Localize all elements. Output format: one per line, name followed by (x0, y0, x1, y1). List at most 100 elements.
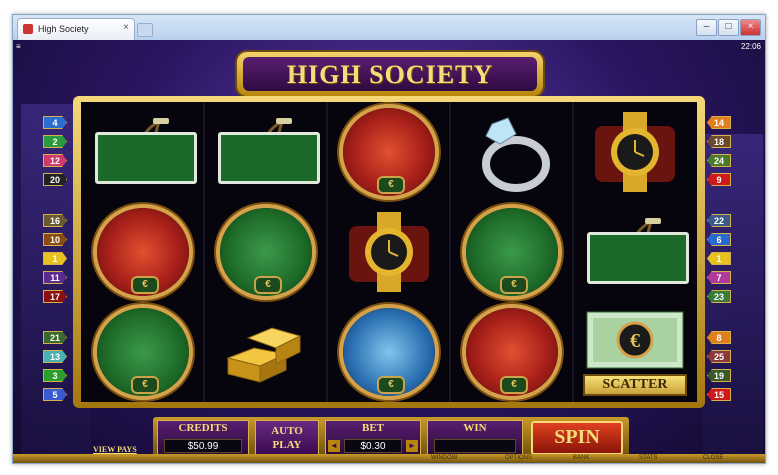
euro-badge: € (131, 276, 159, 294)
payline-l-17[interactable]: 17 (43, 290, 67, 303)
reel-area: € € € € € € € € SCATTER (81, 102, 697, 402)
cherry-panel (218, 132, 320, 184)
browser-window: High Society × – □ × ≡ 22:06 HIGH SOCIETY … (12, 14, 766, 464)
game-logo: HIGH SOCIETY (237, 52, 543, 96)
reel-cell (577, 204, 693, 300)
reel-cell (208, 304, 324, 400)
maximize-button[interactable]: □ (718, 19, 739, 36)
payline-r-8[interactable]: 8 (707, 331, 731, 344)
euro-badge: € (500, 376, 528, 394)
payline-r-15[interactable]: 15 (707, 388, 731, 401)
credits-box: CREDITS $50.99 (157, 420, 249, 456)
payline-l-1[interactable]: 1 (43, 252, 67, 265)
bet-increase-button[interactable]: ► (406, 440, 418, 452)
game-title: HIGH SOCIETY (286, 60, 494, 89)
payline-r-23[interactable]: 23 (707, 290, 731, 303)
payline-r-22[interactable]: 22 (707, 214, 731, 227)
cherry-panel (587, 232, 689, 284)
payline-l-4[interactable]: 4 (43, 116, 67, 129)
payline-l-20[interactable]: 20 (43, 173, 67, 186)
footer-window-button[interactable]: WINDOW (431, 455, 457, 461)
plane-symbol: € (91, 208, 195, 296)
reel-cell (85, 104, 201, 200)
bet-label: BET (361, 422, 384, 434)
footer-close-button[interactable]: CLOSE (703, 455, 723, 461)
footer-stats-button[interactable]: STATS (639, 455, 657, 461)
payline-l-10[interactable]: 10 (43, 233, 67, 246)
footer-bank-button[interactable]: BANK (573, 455, 589, 461)
tab-close-icon[interactable]: × (123, 22, 129, 33)
bet-box: BET ◄ $0.30 ► (325, 420, 421, 456)
slot-game: ≡ 22:06 HIGH SOCIETY 4 2 12 20 16 10 1 11 17 21 13… (13, 40, 765, 463)
limousine-symbol: € (91, 308, 195, 396)
win-value (434, 439, 516, 453)
payline-l-5[interactable]: 5 (43, 388, 67, 401)
close-button[interactable]: × (740, 19, 761, 36)
logo-inner: HIGH SOCIETY (243, 57, 537, 91)
tab-title: High Society (38, 24, 89, 34)
reel-cell (208, 104, 324, 200)
payline-l-11[interactable]: 11 (43, 271, 67, 284)
payline-r-19[interactable]: 19 (707, 369, 731, 382)
payline-l-16[interactable]: 16 (43, 214, 67, 227)
limousine-symbol: € (460, 208, 564, 296)
payline-r-25[interactable]: 25 (707, 350, 731, 363)
limousine-symbol: € (214, 208, 318, 296)
autoplay-button[interactable]: AUTO PLAY (255, 420, 319, 456)
payline-r-7[interactable]: 7 (707, 271, 731, 284)
reel-separator (203, 102, 205, 402)
reel-cell: € SCATTER (577, 304, 693, 400)
new-tab-button[interactable] (137, 23, 153, 37)
payline-l-2[interactable]: 2 (43, 135, 67, 148)
browser-tab[interactable]: High Society × (17, 18, 135, 40)
reel-cell: € (331, 104, 447, 200)
menu-icon[interactable]: ≡ (16, 42, 21, 51)
svg-text:€: € (630, 330, 640, 352)
payline-r-9[interactable]: 9 (707, 173, 731, 186)
minimize-button[interactable]: – (696, 19, 717, 36)
ring-symbol (460, 108, 564, 196)
euro-badge: € (377, 376, 405, 394)
footer-bar: WINDOW OPTIONS BANK STATS CLOSE (13, 454, 765, 463)
credits-label: CREDITS (178, 422, 228, 434)
win-box: WIN (427, 420, 523, 456)
reel-separator (449, 102, 451, 402)
window-controls: – □ × (695, 16, 761, 36)
payline-r-14[interactable]: 14 (707, 116, 731, 129)
payline-r-18[interactable]: 18 (707, 135, 731, 148)
footer-options-button[interactable]: OPTIONS (505, 455, 532, 461)
cherry-panel (95, 132, 197, 184)
favicon-icon (23, 24, 33, 34)
reel-separator (572, 102, 574, 402)
payline-r-1[interactable]: 1 (707, 252, 731, 265)
clock: 22:06 (740, 42, 761, 51)
cherries-symbol (214, 108, 320, 196)
reel-cell: € (454, 304, 570, 400)
reel-cell: € (85, 204, 201, 300)
reel-cell (331, 204, 447, 300)
yacht-symbol: € (337, 308, 441, 396)
payline-l-12[interactable]: 12 (43, 154, 67, 167)
euro-badge: € (254, 276, 282, 294)
payline-l-13[interactable]: 13 (43, 350, 67, 363)
win-label: WIN (463, 422, 487, 434)
payline-l-21[interactable]: 21 (43, 331, 67, 344)
plane-symbol: € (337, 108, 441, 196)
reel-separator (326, 102, 328, 402)
reel-cell: € (85, 304, 201, 400)
scatter-label: SCATTER (583, 374, 687, 396)
view-pays-link[interactable]: VIEW PAYS (93, 445, 137, 454)
euro-badge: € (377, 176, 405, 194)
reel-cell (454, 104, 570, 200)
scatter-symbol: € SCATTER (583, 308, 687, 396)
watch-symbol (337, 208, 441, 296)
spin-button[interactable]: SPIN (531, 421, 623, 455)
payline-r-24[interactable]: 24 (707, 154, 731, 167)
euro-badge: € (500, 276, 528, 294)
payline-r-6[interactable]: 6 (707, 233, 731, 246)
bet-decrease-button[interactable]: ◄ (328, 440, 340, 452)
credits-value: $50.99 (164, 439, 242, 453)
payline-l-3[interactable]: 3 (43, 369, 67, 382)
gold-bars-symbol (214, 308, 318, 396)
plane-symbol: € (460, 308, 564, 396)
